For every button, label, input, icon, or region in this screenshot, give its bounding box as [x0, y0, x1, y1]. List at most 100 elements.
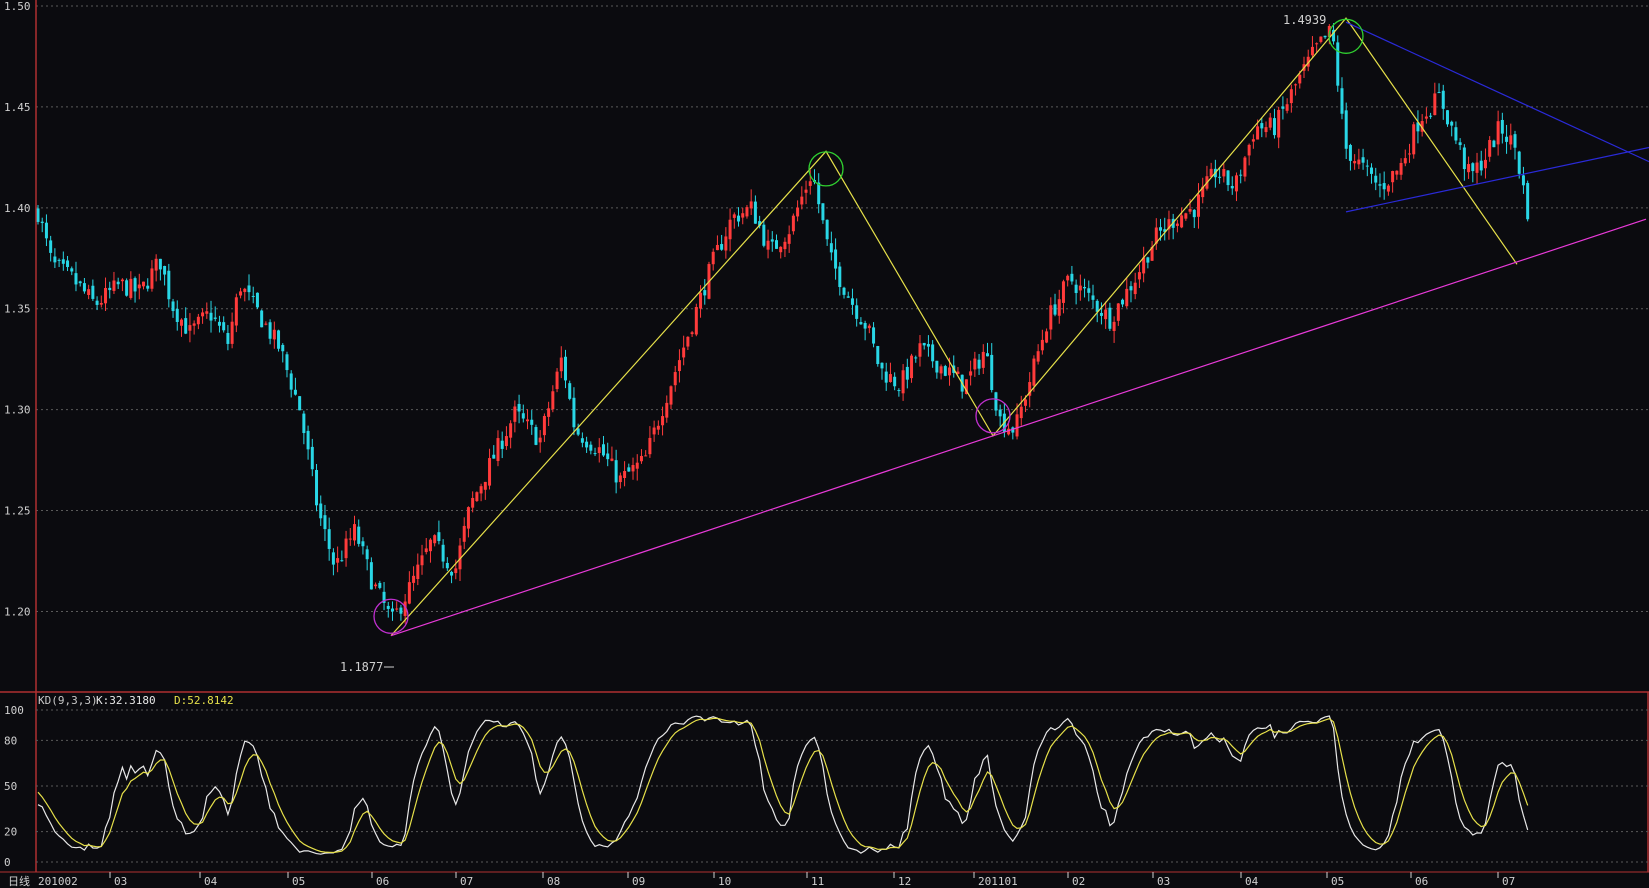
candle-body — [821, 203, 825, 221]
kd-indicator-name: KD(9,3,3) — [38, 694, 98, 707]
candle-body — [631, 465, 635, 472]
candle-body — [990, 354, 994, 391]
candle-body — [95, 300, 99, 305]
candle-body — [179, 319, 183, 326]
candle-body — [66, 260, 70, 267]
candle-body — [580, 438, 584, 443]
time-tick-label: 12 — [898, 875, 911, 888]
candle-body — [264, 323, 268, 325]
candle-body — [1315, 43, 1319, 45]
period-label[interactable]: 日线 — [8, 874, 30, 888]
candle-body — [1074, 284, 1078, 294]
candle-body — [1374, 175, 1378, 183]
candle-body — [1492, 140, 1496, 148]
candle-body — [901, 370, 905, 394]
candle-body — [1403, 158, 1407, 164]
candle-body — [1142, 257, 1146, 274]
candle-body — [1053, 304, 1057, 315]
candle-body — [538, 437, 542, 443]
kd-tick-label: 80 — [4, 734, 17, 747]
time-tick-label: 05 — [1331, 875, 1344, 888]
candle-body — [1353, 161, 1357, 164]
candle-body — [699, 292, 703, 309]
candle-body — [488, 458, 492, 486]
candle-body — [1517, 151, 1521, 174]
candle-body — [863, 322, 867, 329]
time-tick-label: 08 — [547, 875, 560, 888]
candle-body — [1104, 309, 1108, 320]
candle-body — [1264, 127, 1268, 133]
price-tick-label: 1.20 — [4, 605, 31, 618]
candle-body — [893, 376, 897, 387]
candle-body — [880, 362, 884, 369]
candle-body — [530, 419, 534, 425]
candle-body — [323, 515, 327, 530]
candle-body — [441, 544, 445, 562]
candle-body — [534, 427, 538, 445]
candle-body — [1218, 176, 1222, 178]
candle-body — [1133, 282, 1137, 295]
candle-body — [1462, 147, 1466, 170]
candle-body — [720, 244, 724, 250]
candle-body — [353, 524, 356, 541]
candle-body — [1365, 165, 1369, 167]
candle-body — [661, 416, 665, 426]
candle-body — [606, 453, 610, 460]
candle-body — [277, 330, 281, 349]
candle-body — [158, 258, 162, 270]
candle-body — [1243, 157, 1247, 177]
time-tick-label: 03 — [114, 875, 127, 888]
candle-body — [479, 486, 483, 494]
candle-body — [112, 280, 116, 291]
candle-body — [745, 207, 749, 217]
candle-body — [247, 285, 251, 293]
candle-body — [1340, 88, 1344, 114]
candle-body — [977, 359, 981, 369]
kd-k-value: K:32.3180 — [96, 694, 156, 707]
candle-body — [513, 406, 517, 422]
candle-body — [914, 357, 918, 359]
candle-body — [935, 360, 939, 373]
candle-body — [1230, 186, 1234, 189]
candle-body — [1137, 272, 1141, 280]
candle-body — [576, 428, 580, 435]
candle-body — [1032, 358, 1036, 386]
candle-body — [682, 347, 686, 358]
candle-body — [1019, 406, 1023, 419]
candle-body — [627, 467, 631, 472]
candle-body — [1475, 162, 1479, 173]
candle-body — [129, 278, 133, 298]
candle-body — [1479, 160, 1483, 171]
candle-body — [57, 259, 61, 261]
candle-body — [374, 584, 378, 587]
candle-body — [981, 351, 985, 368]
candle-body — [1521, 175, 1525, 186]
candle-body — [1023, 399, 1027, 406]
candle-body — [986, 353, 989, 357]
time-tick-label: 201002 — [38, 875, 78, 888]
candle-body — [454, 568, 458, 574]
candle-body — [1344, 110, 1348, 149]
price-tick-label: 1.35 — [4, 303, 31, 316]
time-tick-label: 06 — [376, 875, 389, 888]
candle-body — [1184, 213, 1188, 219]
candle-body — [1070, 273, 1074, 282]
candle-body — [142, 281, 145, 287]
candle-body — [922, 342, 926, 346]
candle-body — [1509, 135, 1513, 145]
candle-body — [1513, 134, 1517, 148]
candle-body — [61, 259, 65, 264]
candle-body — [884, 371, 888, 383]
candle-body — [555, 371, 559, 390]
candle-body — [1399, 162, 1403, 175]
candle-body — [49, 240, 53, 253]
candle-body — [1386, 185, 1390, 192]
candle-body — [1310, 46, 1314, 56]
candle-body — [931, 344, 935, 362]
candle-body — [1239, 174, 1243, 176]
candle-body — [1505, 136, 1509, 142]
candle-body — [939, 366, 943, 374]
candle-body — [728, 219, 732, 240]
candle-body — [357, 526, 361, 544]
candle-body — [623, 470, 627, 479]
